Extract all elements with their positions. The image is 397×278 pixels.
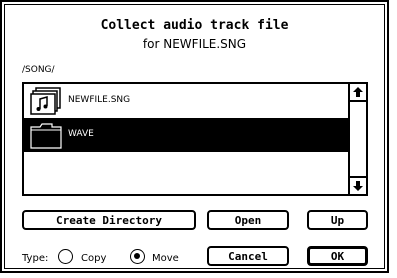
type-label: Type: bbox=[22, 253, 49, 264]
move-radio-label: Move bbox=[152, 253, 179, 264]
file-row-newfile[interactable]: NEWFILE.SNG bbox=[24, 84, 348, 118]
file-name: WAVE bbox=[68, 129, 94, 139]
move-radio[interactable] bbox=[130, 249, 145, 264]
ok-button[interactable]: OK bbox=[307, 246, 368, 266]
song-file-icon bbox=[30, 87, 62, 119]
dialog-title: Collect audio track file bbox=[100, 18, 289, 33]
scroll-up-arrow-icon[interactable] bbox=[350, 84, 366, 102]
create-directory-button[interactable]: Create Directory bbox=[22, 210, 196, 230]
scroll-down-arrow-icon[interactable] bbox=[350, 176, 366, 194]
collect-audio-dialog: Collect audio track file for NEWFILE.SNG… bbox=[0, 0, 389, 273]
file-name: NEWFILE.SNG bbox=[68, 95, 131, 105]
file-list-scrollbar[interactable] bbox=[348, 84, 366, 194]
dialog-subtitle: for NEWFILE.SNG bbox=[142, 37, 247, 51]
copy-radio[interactable] bbox=[58, 249, 73, 264]
file-list[interactable]: NEWFILE.SNG WAVE bbox=[22, 82, 368, 196]
up-button[interactable]: Up bbox=[307, 210, 368, 230]
cancel-button[interactable]: Cancel bbox=[207, 246, 289, 266]
file-row-wave[interactable]: WAVE bbox=[24, 118, 348, 152]
copy-radio-label: Copy bbox=[81, 253, 107, 264]
folder-icon bbox=[30, 121, 62, 153]
open-button[interactable]: Open bbox=[207, 210, 289, 230]
current-path: /SONG/ bbox=[22, 65, 55, 75]
